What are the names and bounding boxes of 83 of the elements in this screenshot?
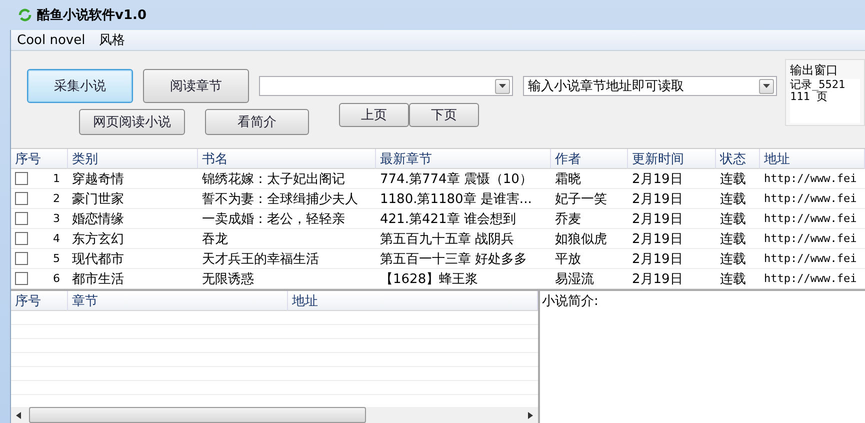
- table-cell: 2月19日: [628, 189, 716, 209]
- table-cell: 6: [53, 272, 60, 285]
- table-cell: 第五百九十五章 战阴兵: [376, 229, 551, 249]
- column-header[interactable]: 地址: [288, 291, 538, 311]
- page-button[interactable]: 上页: [339, 103, 409, 127]
- table-cell: 连载: [716, 169, 760, 189]
- table-cell: 妃子一笑: [551, 189, 628, 209]
- table-cell: 2月19日: [628, 229, 716, 249]
- table-cell: 东方玄幻: [68, 229, 198, 249]
- table-cell: 穿越奇情: [68, 169, 198, 189]
- table-cell: http://www.fei: [760, 169, 865, 189]
- window-title: 酷鱼小说软件v1.0: [37, 7, 147, 24]
- table-cell: 易湿流: [551, 269, 628, 289]
- combo-box[interactable]: 输入小说章节地址即可读取: [523, 76, 777, 96]
- table-cell: 都市生活: [68, 269, 198, 289]
- table-cell: 现代都市: [68, 249, 198, 269]
- table-cell: http://www.fei: [760, 209, 865, 229]
- column-header[interactable]: 序号: [11, 291, 68, 311]
- table-cell: 婚恋情缘: [68, 209, 198, 229]
- table-cell: 第五百一十三章 好处多多: [376, 249, 551, 269]
- table-cell: http://www.fei: [760, 229, 865, 249]
- output-text: 111 页: [790, 91, 828, 103]
- table-cell: 4: [53, 232, 60, 245]
- table-cell: 2月19日: [628, 169, 716, 189]
- row-checkbox[interactable]: [15, 272, 28, 285]
- scroll-left-icon[interactable]: [16, 412, 21, 418]
- row-checkbox[interactable]: [15, 192, 28, 205]
- table-cell: 2月19日: [628, 269, 716, 289]
- column-header[interactable]: 序号: [11, 149, 68, 169]
- row-checkbox[interactable]: [15, 252, 28, 265]
- table-cell: 连载: [716, 229, 760, 249]
- column-header[interactable]: 章节: [68, 291, 288, 311]
- table-cell: 421.第421章 谁会想到: [376, 209, 551, 229]
- table-cell: 连载: [716, 249, 760, 269]
- refresh-icon: [18, 8, 32, 22]
- table-cell: 锦绣花嫁：太子妃出阁记: [198, 169, 376, 189]
- table-cell: 1: [53, 172, 60, 185]
- table-cell: http://www.fei: [760, 249, 865, 269]
- row-checkbox[interactable]: [15, 212, 28, 225]
- toolbar-button[interactable]: 采集小说: [27, 69, 133, 103]
- table-cell: 【1628】蜂王浆: [376, 269, 551, 289]
- table-cell: 霜晓: [551, 169, 628, 189]
- table-cell: 豪门世家: [68, 189, 198, 209]
- table-cell: 2月19日: [628, 249, 716, 269]
- table-cell: 3: [53, 212, 60, 225]
- column-header[interactable]: 最新章节: [376, 149, 551, 169]
- table-cell: 一卖成婚：老公，轻轻亲: [198, 209, 376, 229]
- table-cell: 天才兵王的幸福生活: [198, 249, 376, 269]
- table-cell: 2: [53, 192, 60, 205]
- column-header[interactable]: 状态: [716, 149, 760, 169]
- toolbar-button[interactable]: 阅读章节: [143, 69, 249, 103]
- column-header[interactable]: 书名: [198, 149, 376, 169]
- table-cell: 无限诱惑: [198, 269, 376, 289]
- table-cell: 2月19日: [628, 209, 716, 229]
- table-cell: 连载: [716, 269, 760, 289]
- column-header[interactable]: 类别: [68, 149, 198, 169]
- column-header[interactable]: 作者: [551, 149, 628, 169]
- table-cell: 连载: [716, 209, 760, 229]
- table-cell: http://www.fei: [760, 269, 865, 289]
- toolbar-button[interactable]: 网页阅读小说: [79, 109, 185, 135]
- row-checkbox[interactable]: [15, 232, 28, 245]
- table-cell: 平放: [551, 249, 628, 269]
- page-button[interactable]: 下页: [409, 103, 479, 127]
- table-cell: 1180.第1180章 是谁害...: [376, 189, 551, 209]
- table-cell: 774.第774章 震慑（10）: [376, 169, 551, 189]
- summary-label: 小说简介:: [542, 294, 598, 309]
- table-cell: http://www.fei: [760, 189, 865, 209]
- column-header[interactable]: 更新时间: [628, 149, 716, 169]
- scroll-right-icon[interactable]: [528, 412, 533, 418]
- toolbar-button[interactable]: 看简介: [205, 109, 309, 135]
- table-cell: 誓不为妻：全球缉捕少夫人: [198, 189, 376, 209]
- column-header[interactable]: 地址: [760, 149, 865, 169]
- menu-item[interactable]: Cool novel: [17, 32, 86, 48]
- menu-item[interactable]: 风格: [99, 31, 126, 49]
- horizontal-scrollbar[interactable]: [11, 407, 538, 423]
- table-cell: 如狼似虎: [551, 229, 628, 249]
- table-cell: 连载: [716, 189, 760, 209]
- table-cell: 5: [53, 252, 60, 265]
- table-cell: 乔麦: [551, 209, 628, 229]
- output-text: 记录_5521: [790, 79, 846, 91]
- row-checkbox[interactable]: [15, 172, 28, 185]
- table-cell: 吞龙: [198, 229, 376, 249]
- output-title: 输出窗口: [790, 62, 839, 79]
